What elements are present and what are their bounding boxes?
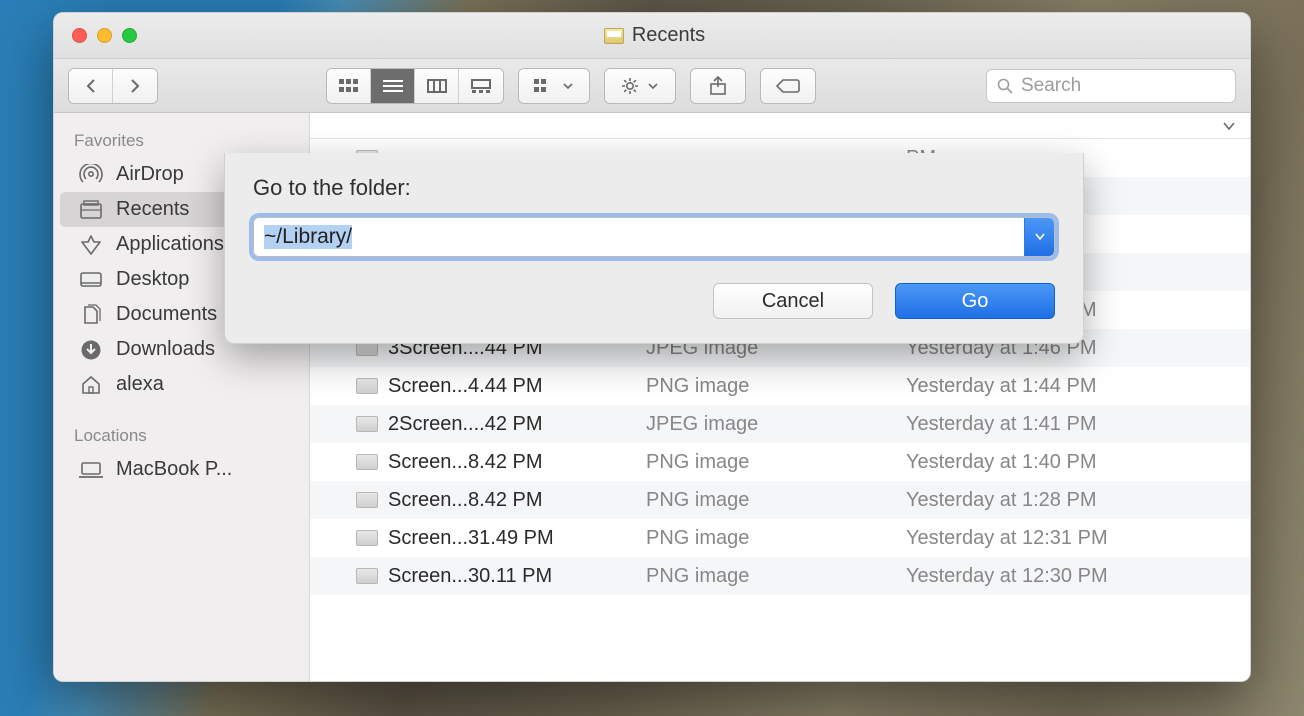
file-name: Screen...30.11 PM: [388, 565, 552, 588]
file-thumbnail-icon: [356, 530, 378, 546]
tags-button[interactable]: [761, 69, 815, 103]
cancel-button[interactable]: Cancel: [713, 283, 873, 319]
search-field[interactable]: Search: [986, 69, 1236, 103]
table-row[interactable]: Screen...31.49 PM PNG imageYesterday at 1…: [310, 519, 1250, 557]
file-name-cell: Screen...4.44 PM: [356, 375, 646, 398]
sidebar-item-label: Documents: [116, 303, 217, 326]
forward-button[interactable]: [113, 69, 157, 103]
file-date: Yesterday at 12:30 PM: [906, 565, 1250, 588]
file-name: Screen...4.44 PM: [388, 375, 543, 398]
go-to-folder-input[interactable]: [254, 218, 1024, 256]
table-row[interactable]: 2Screen....42 PM JPEG imageYesterday at 1…: [310, 405, 1250, 443]
sidebar-item-computer[interactable]: MacBook P...: [60, 452, 303, 487]
file-date: Yesterday at 1:44 PM: [906, 375, 1250, 398]
file-date: Yesterday at 1:40 PM: [906, 451, 1250, 474]
sidebar-item-label: MacBook P...: [116, 458, 232, 481]
file-thumbnail-icon: [356, 568, 378, 584]
icon-view-button[interactable]: [327, 69, 371, 103]
nav-buttons: [68, 68, 158, 104]
file-name-cell: 2Screen....42 PM: [356, 413, 646, 436]
downloads-icon: [78, 339, 104, 361]
file-kind: JPEG image: [646, 413, 906, 436]
go-to-folder-sheet: Go to the folder: Cancel Go: [224, 153, 1084, 344]
sidebar-item-home[interactable]: alexa: [60, 367, 303, 402]
file-name: Screen...8.42 PM: [388, 451, 543, 474]
share-button-group: [690, 68, 746, 104]
sidebar-item-label: alexa: [116, 373, 164, 396]
search-icon: [997, 78, 1013, 94]
laptop-icon: [78, 459, 104, 481]
file-kind: PNG image: [646, 527, 906, 550]
file-name: Screen...8.42 PM: [388, 489, 543, 512]
finder-window: Recents: [53, 12, 1251, 682]
action-button-group: [604, 68, 676, 104]
search-placeholder: Search: [1021, 75, 1081, 97]
column-header-bar[interactable]: [310, 113, 1250, 139]
titlebar: Recents: [54, 13, 1250, 59]
go-button[interactable]: Go: [895, 283, 1055, 319]
sidebar-item-label: Recents: [116, 198, 189, 221]
arrange-button[interactable]: [519, 69, 589, 103]
table-row[interactable]: Screen...30.11 PM PNG imageYesterday at 1…: [310, 557, 1250, 595]
go-to-folder-dropdown[interactable]: [1024, 218, 1054, 256]
file-name-cell: Screen...30.11 PM: [356, 565, 646, 588]
table-row[interactable]: Screen...8.42 PM PNG imageYesterday at 1:…: [310, 481, 1250, 519]
go-to-folder-combo: [253, 217, 1055, 257]
column-view-button[interactable]: [415, 69, 459, 103]
applications-icon: [78, 234, 104, 256]
sidebar-item-label: Applications: [116, 233, 224, 256]
window-title: Recents: [632, 24, 705, 47]
action-button[interactable]: [605, 69, 675, 103]
share-button[interactable]: [691, 69, 745, 103]
back-button[interactable]: [69, 69, 113, 103]
file-date: Yesterday at 1:28 PM: [906, 489, 1250, 512]
file-kind: PNG image: [646, 375, 906, 398]
toolbar: Search: [54, 59, 1250, 113]
file-thumbnail-icon: [356, 378, 378, 394]
file-thumbnail-icon: [356, 454, 378, 470]
sheet-buttons: Cancel Go: [253, 283, 1055, 319]
file-date: Yesterday at 1:41 PM: [906, 413, 1250, 436]
file-name-cell: Screen...8.42 PM: [356, 451, 646, 474]
documents-icon: [78, 304, 104, 326]
file-date: Yesterday at 12:31 PM: [906, 527, 1250, 550]
list-view-button[interactable]: [371, 69, 415, 103]
traffic-lights: [72, 28, 137, 43]
gallery-view-button[interactable]: [459, 69, 503, 103]
zoom-window-button[interactable]: [122, 28, 137, 43]
file-kind: PNG image: [646, 489, 906, 512]
window-title-wrap: Recents: [137, 24, 1172, 47]
file-name: 2Screen....42 PM: [388, 413, 543, 436]
recents-icon: [604, 28, 624, 44]
home-icon: [78, 374, 104, 396]
file-kind: PNG image: [646, 451, 906, 474]
chevron-down-icon: [1035, 233, 1045, 241]
sidebar-item-label: Desktop: [116, 268, 189, 291]
chevron-down-icon: [1222, 121, 1236, 131]
desktop-icon: [78, 269, 104, 291]
close-window-button[interactable]: [72, 28, 87, 43]
arrange-button-group: [518, 68, 590, 104]
file-thumbnail-icon: [356, 416, 378, 432]
file-name-cell: Screen...31.49 PM: [356, 527, 646, 550]
tags-button-group: [760, 68, 816, 104]
file-kind: PNG image: [646, 565, 906, 588]
minimize-window-button[interactable]: [97, 28, 112, 43]
sidebar-section-locations: Locations: [54, 422, 309, 452]
file-thumbnail-icon: [356, 492, 378, 508]
table-row[interactable]: Screen...8.42 PM PNG imageYesterday at 1:…: [310, 443, 1250, 481]
view-buttons: [326, 68, 504, 104]
sidebar-item-label: Downloads: [116, 338, 215, 361]
sheet-title: Go to the folder:: [253, 175, 1055, 201]
file-name-cell: Screen...8.42 PM: [356, 489, 646, 512]
file-name: Screen...31.49 PM: [388, 527, 554, 550]
table-row[interactable]: Screen...4.44 PM PNG imageYesterday at 1:…: [310, 367, 1250, 405]
sidebar-item-label: AirDrop: [116, 163, 184, 186]
recents-sidebar-icon: [78, 199, 104, 221]
airdrop-icon: [78, 164, 104, 186]
